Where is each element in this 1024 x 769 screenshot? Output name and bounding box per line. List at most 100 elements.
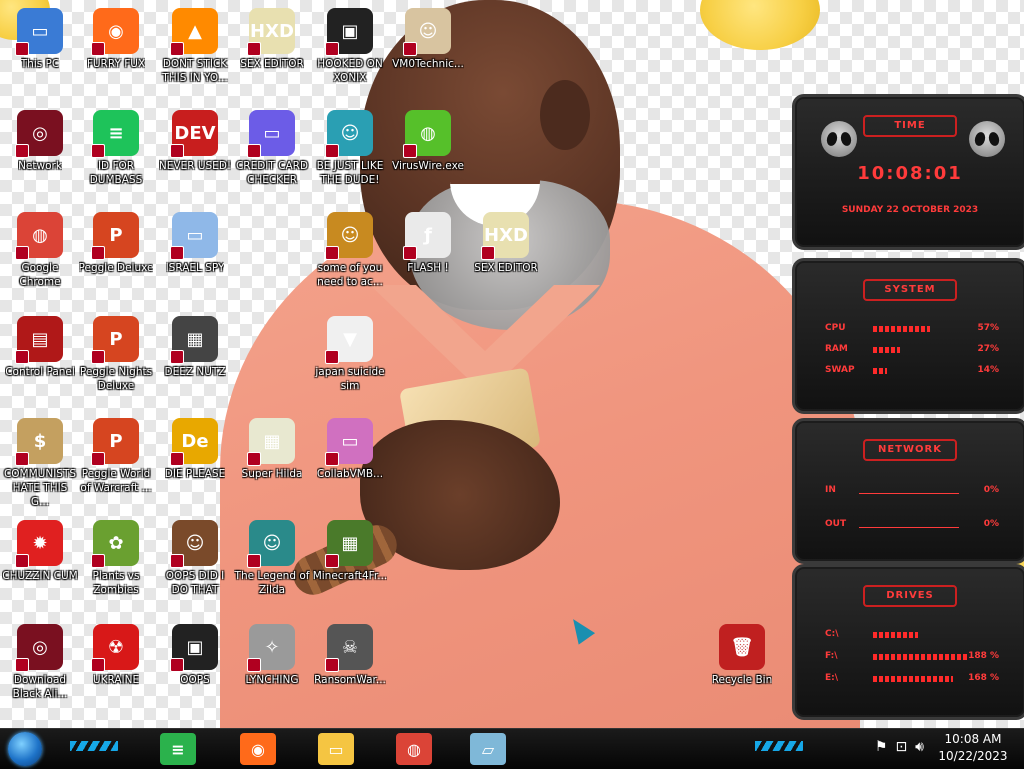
desktop-icon-label: LYNCHING	[245, 674, 299, 686]
desktop-icon[interactable]: ▼ japan suicide sim	[312, 316, 388, 393]
app-glyph: ▤	[31, 328, 49, 350]
app-glyph: P	[109, 430, 123, 452]
app-glyph: ✿	[108, 532, 124, 554]
desktop-icon[interactable]: ▦ DEEZ NUTZ	[157, 316, 233, 379]
desktop-icon[interactable]: ☺ BE JUST LIKE THE DUDE!	[312, 110, 388, 187]
virtualbox-icon: ▱	[481, 739, 495, 759]
desktop-icon[interactable]: ƒ FLASH !	[390, 212, 466, 275]
desktop-icon[interactable]: ▤ Control Panel	[2, 316, 78, 379]
app-glyph: ▦	[341, 532, 359, 554]
desktop-icon[interactable]: ✿ Plants vs Zombies	[78, 520, 154, 597]
desktop-icon-label: Peggle World of Warcraft ...	[80, 468, 152, 494]
desktop-icon[interactable]: ▭ CollabVMB...	[312, 418, 388, 481]
desktop-icon[interactable]: P Peggle Deluxe	[78, 212, 154, 275]
desktop-icon[interactable]: ◍ Google Chrome	[2, 212, 78, 289]
desktop-icon[interactable]: ▦ Super Hilda	[234, 418, 310, 481]
gadget-drives-title: DRIVES	[863, 585, 957, 607]
gadget-row: RAM 27%	[825, 344, 999, 356]
gadget-network[interactable]: NETWORK IN 0% OUT 0%	[792, 418, 1024, 564]
desktop-icon[interactable]: $ COMMUNISTS HATE THIS G...	[2, 418, 78, 509]
desktop-icon[interactable]: P Peggle World of Warcraft ...	[78, 418, 154, 495]
app-icon: ☺	[247, 520, 295, 568]
app-icon: ✹	[15, 520, 63, 568]
taskbar-time: 10:08 AM	[944, 732, 1002, 746]
shortcut-badge-icon	[325, 350, 339, 364]
app-icon: ▭	[170, 212, 218, 260]
gadget-row-value: 0%	[983, 519, 999, 529]
app-icon: ◍	[403, 110, 451, 158]
gadget-time[interactable]: TIME 10:08:01 SUNDAY 22 OCTOBER 2023	[792, 94, 1024, 250]
desktop-icon[interactable]: ▭ ISRAEL SPY	[157, 212, 233, 275]
volume-icon[interactable]: 🔊︎	[915, 739, 924, 755]
desktop-icon[interactable]: ☺ VM0Technic...	[390, 8, 466, 71]
app-glyph: De	[181, 430, 209, 452]
taskbar-decoration-right	[755, 741, 803, 751]
shortcut-badge-icon	[325, 42, 339, 56]
desktop-icon-label: UKRAINE	[92, 674, 140, 686]
shortcut-badge-icon	[15, 658, 29, 672]
gadget-system[interactable]: SYSTEM CPU 57% RAM 27% SWAP 14%	[792, 258, 1024, 414]
desktop-icon[interactable]: ▣ OOPS	[157, 624, 233, 687]
app-icon: HXD	[481, 212, 529, 260]
app-glyph: HXD	[484, 224, 528, 246]
network-icon[interactable]: ⊡	[895, 739, 907, 755]
app-icon: ✿	[91, 520, 139, 568]
desktop-icon[interactable]: ☠ RansomWar...	[312, 624, 388, 687]
desktop-icon[interactable]: ☺ The Legend of Zilda	[234, 520, 310, 597]
shortcut-badge-icon	[15, 246, 29, 260]
desktop-icon-label: DEEZ NUTZ	[164, 366, 226, 378]
desktop-icon[interactable]: ◎ Download Black Ali...	[2, 624, 78, 701]
desktop-icon-label: CollabVMB...	[316, 468, 384, 480]
shortcut-badge-icon	[247, 554, 261, 568]
desktop-icon[interactable]: HXD SEX EDITOR	[234, 8, 310, 71]
shortcut-badge-icon	[91, 350, 105, 364]
desktop-icon[interactable]: ☺ OOPS DID I DO THAT	[157, 520, 233, 597]
desktop-icon-label: ID FOR DUMBASS	[89, 160, 143, 186]
desktop-icon[interactable]: ▣ HOOKED ON XONIX	[312, 8, 388, 85]
desktop-icon[interactable]: ◉ FURRY FUX	[78, 8, 154, 71]
taskbar-app-virtualbox[interactable]: ▱	[470, 733, 506, 765]
desktop-icon[interactable]: ≡ ID FOR DUMBASS	[78, 110, 154, 187]
gadget-row: CPU 57%	[825, 323, 999, 335]
gadget-time-title: TIME	[863, 115, 957, 137]
desktop-icon[interactable]: ▲ DONT STICK THIS IN YO...	[157, 8, 233, 85]
desktop-icon[interactable]: ▭ This PC	[2, 8, 78, 71]
app-icon: ☺	[325, 212, 373, 260]
desktop-icon[interactable]: ✧ LYNCHING	[234, 624, 310, 687]
app-glyph: ▣	[341, 20, 359, 42]
flag-icon[interactable]: ⚑	[875, 739, 888, 755]
taskbar-app-firefox[interactable]: ◉	[240, 733, 276, 765]
gadget-row-value: 0%	[983, 485, 999, 495]
app-glyph: ƒ	[424, 224, 432, 246]
app-icon: ▲	[170, 8, 218, 56]
gadget-drives[interactable]: DRIVES C:\ F:\ 188 % E:\ 168 %	[792, 564, 1024, 720]
firefox-icon: ◉	[251, 739, 265, 759]
app-icon: ◎	[15, 110, 63, 158]
taskbar-clock[interactable]: 10:08 AM 10/22/2023	[928, 731, 1018, 765]
desktop-icon[interactable]: 🗑 Recycle Bin	[704, 624, 780, 687]
start-button[interactable]	[8, 732, 42, 766]
desktop-icon[interactable]: De DIE PLEASE	[157, 418, 233, 481]
taskbar-app-chrome[interactable]: ◍	[396, 733, 432, 765]
desktop-icon[interactable]: DEV NEVER USED!	[157, 110, 233, 173]
desktop-icon[interactable]: ▭ CREDIT CARD CHECKER	[234, 110, 310, 187]
gadget-row-label: OUT	[825, 519, 847, 529]
gadget-row-label: IN	[825, 485, 836, 495]
gadget-row: C:\	[825, 629, 999, 641]
desktop-icon[interactable]: P Peggle Nights Deluxe	[78, 316, 154, 393]
desktop-icon[interactable]: ◎ Network	[2, 110, 78, 173]
star-cartoon-top	[700, 0, 820, 50]
desktop-icon[interactable]: ✹ CHUZZIN CUM	[2, 520, 78, 583]
desktop-icon[interactable]: ▦ Minecraft4Fr...	[312, 520, 388, 583]
taskbar-app-feedly[interactable]: ≡	[160, 733, 196, 765]
app-glyph: ▭	[341, 430, 359, 452]
desktop-icon[interactable]: ☢ UKRAINE	[78, 624, 154, 687]
desktop-icon[interactable]: ◍ VirusWire.exe	[390, 110, 466, 173]
desktop-icon[interactable]: HXD SEX EDITOR	[468, 212, 544, 275]
app-icon: ◍	[15, 212, 63, 260]
desktop-icon[interactable]: ☺ some of you need to ac...	[312, 212, 388, 289]
taskbar-app-file-explorer[interactable]: ▭	[318, 733, 354, 765]
shortcut-badge-icon	[247, 42, 261, 56]
gadget-date: SUNDAY 22 OCTOBER 2023	[841, 205, 979, 215]
app-icon: P	[91, 212, 139, 260]
